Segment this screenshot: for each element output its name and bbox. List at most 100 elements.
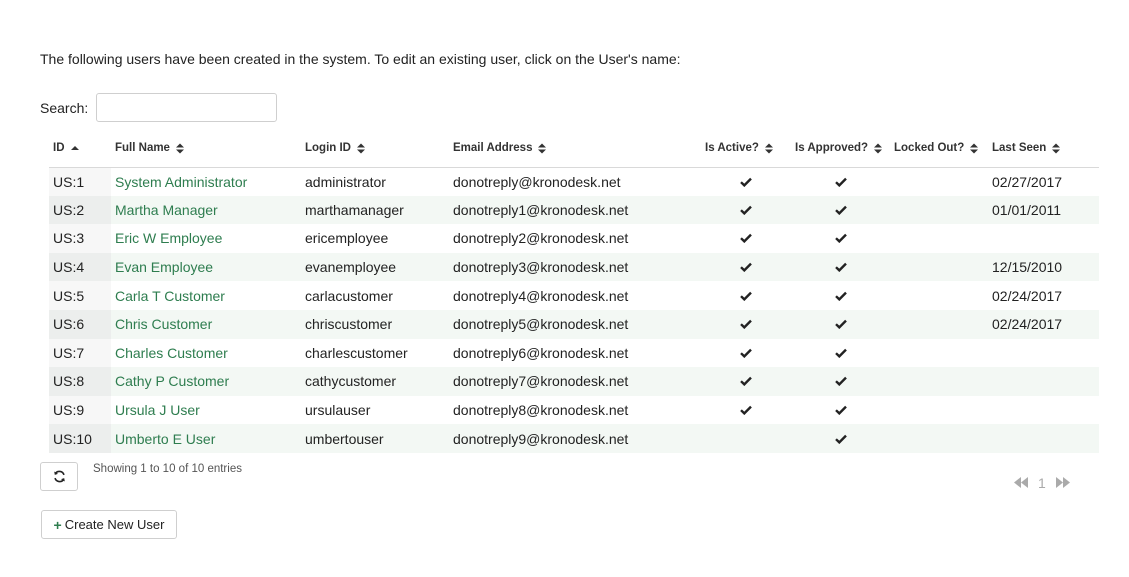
sort-ascending-icon bbox=[70, 145, 79, 150]
next-page-icon[interactable] bbox=[1055, 475, 1070, 491]
column-header-is-approved[interactable]: Is Approved? bbox=[791, 130, 890, 168]
column-header-label: ID bbox=[53, 142, 65, 155]
refresh-button[interactable] bbox=[40, 462, 78, 491]
user-name-link[interactable]: Martha Manager bbox=[115, 202, 218, 218]
locked-out-cell bbox=[890, 395, 988, 425]
email-address: donotreply3@kronodesk.net bbox=[449, 252, 701, 282]
is-active-cell bbox=[701, 252, 791, 282]
user-name-link[interactable]: Ursula J User bbox=[115, 402, 200, 418]
column-header-email[interactable]: Email Address bbox=[449, 130, 701, 168]
is-active-cell bbox=[701, 224, 791, 253]
user-name-link[interactable]: Carla T Customer bbox=[115, 288, 225, 304]
sort-both-icon bbox=[764, 143, 773, 154]
email-address: donotreply8@kronodesk.net bbox=[449, 395, 701, 425]
column-header-id[interactable]: ID bbox=[49, 130, 111, 168]
check-icon bbox=[740, 377, 752, 387]
column-header-label: Login ID bbox=[305, 142, 351, 155]
login-id: evanemployee bbox=[301, 252, 449, 282]
is-active-cell bbox=[701, 195, 791, 225]
is-approved-cell bbox=[791, 309, 890, 339]
user-id: US:6 bbox=[49, 309, 111, 339]
locked-out-cell bbox=[890, 281, 988, 310]
check-icon bbox=[834, 234, 847, 244]
last-seen: 01/01/2011 bbox=[988, 195, 1099, 225]
is-approved-cell bbox=[791, 252, 890, 282]
login-id: umbertouser bbox=[301, 424, 449, 453]
last-seen bbox=[988, 395, 1099, 425]
user-name-link[interactable]: System Administrator bbox=[115, 174, 247, 190]
create-new-user-button[interactable]: + Create New User bbox=[41, 510, 177, 539]
sort-both-icon bbox=[538, 143, 547, 154]
check-icon bbox=[834, 291, 847, 301]
user-name-link[interactable]: Chris Customer bbox=[115, 316, 212, 332]
locked-out-cell bbox=[890, 224, 988, 253]
user-id: US:3 bbox=[49, 224, 111, 253]
table-row: US:2 Martha Manager marthamanager donotr… bbox=[49, 195, 1099, 225]
user-id: US:2 bbox=[49, 195, 111, 225]
column-header-label: Locked Out? bbox=[894, 142, 965, 155]
is-approved-cell bbox=[791, 195, 890, 225]
email-address: donotreply5@kronodesk.net bbox=[449, 309, 701, 339]
check-icon bbox=[740, 205, 752, 215]
is-approved-cell bbox=[791, 367, 890, 396]
table-row: US:1 System Administrator administrator … bbox=[49, 167, 1099, 196]
column-header-label: Email Address bbox=[453, 142, 533, 155]
create-new-user-label: Create New User bbox=[64, 517, 165, 532]
check-icon bbox=[834, 434, 847, 444]
pagination: 1 bbox=[1014, 475, 1070, 491]
column-header-last-seen[interactable]: Last Seen bbox=[988, 130, 1099, 168]
check-icon bbox=[834, 348, 847, 358]
user-name-link[interactable]: Umberto E User bbox=[115, 431, 215, 447]
user-id: US:5 bbox=[49, 281, 111, 310]
is-approved-cell bbox=[791, 395, 890, 425]
sort-both-icon bbox=[1052, 143, 1061, 154]
user-name-link[interactable]: Evan Employee bbox=[115, 259, 213, 275]
email-address: donotreply@kronodesk.net bbox=[449, 167, 701, 196]
is-approved-cell bbox=[791, 424, 890, 453]
user-id: US:7 bbox=[49, 338, 111, 368]
check-icon bbox=[740, 405, 752, 416]
page-number[interactable]: 1 bbox=[1038, 475, 1046, 491]
user-name-link[interactable]: Cathy P Customer bbox=[115, 373, 229, 389]
user-name-link[interactable]: Charles Customer bbox=[115, 345, 228, 361]
is-active-cell bbox=[701, 167, 791, 196]
check-icon bbox=[740, 320, 752, 330]
table-row: US:8 Cathy P Customer cathycustomer dono… bbox=[49, 367, 1099, 396]
email-address: donotreply2@kronodesk.net bbox=[449, 224, 701, 253]
sort-both-icon bbox=[970, 143, 979, 154]
column-header-login-id[interactable]: Login ID bbox=[301, 130, 449, 168]
user-id: US:4 bbox=[49, 252, 111, 282]
user-id: US:1 bbox=[49, 167, 111, 196]
check-icon bbox=[834, 205, 847, 215]
column-header-label: Is Active? bbox=[705, 142, 759, 155]
column-header-locked-out[interactable]: Locked Out? bbox=[890, 130, 988, 168]
is-active-cell bbox=[701, 281, 791, 310]
check-icon bbox=[834, 320, 847, 330]
refresh-icon bbox=[53, 470, 65, 483]
user-id: US:10 bbox=[49, 424, 111, 453]
search-input[interactable] bbox=[96, 93, 278, 122]
email-address: donotreply7@kronodesk.net bbox=[449, 367, 701, 396]
login-id: administrator bbox=[301, 167, 449, 196]
table-info: Showing 1 to 10 of 10 entries bbox=[93, 463, 242, 475]
last-seen: 12/15/2010 bbox=[988, 252, 1099, 282]
locked-out-cell bbox=[890, 167, 988, 196]
check-icon bbox=[740, 234, 752, 244]
search-bar: Search: bbox=[40, 93, 278, 122]
check-icon bbox=[834, 405, 847, 416]
intro-text: The following users have been created in… bbox=[40, 51, 681, 67]
column-header-full-name[interactable]: Full Name bbox=[111, 130, 301, 168]
sort-both-icon bbox=[874, 143, 883, 154]
column-header-label: Last Seen bbox=[992, 142, 1047, 155]
is-approved-cell bbox=[791, 338, 890, 368]
user-name-link[interactable]: Eric W Employee bbox=[115, 230, 222, 246]
previous-page-icon[interactable] bbox=[1014, 475, 1028, 491]
is-active-cell bbox=[701, 367, 791, 396]
login-id: carlacustomer bbox=[301, 281, 449, 310]
last-seen: 02/24/2017 bbox=[988, 281, 1099, 310]
column-header-is-active[interactable]: Is Active? bbox=[701, 130, 791, 168]
locked-out-cell bbox=[890, 424, 988, 453]
last-seen bbox=[988, 367, 1099, 396]
login-id: ursulauser bbox=[301, 395, 449, 425]
table-header-row: ID Full Name Login ID Email Address Is A… bbox=[49, 130, 1099, 168]
